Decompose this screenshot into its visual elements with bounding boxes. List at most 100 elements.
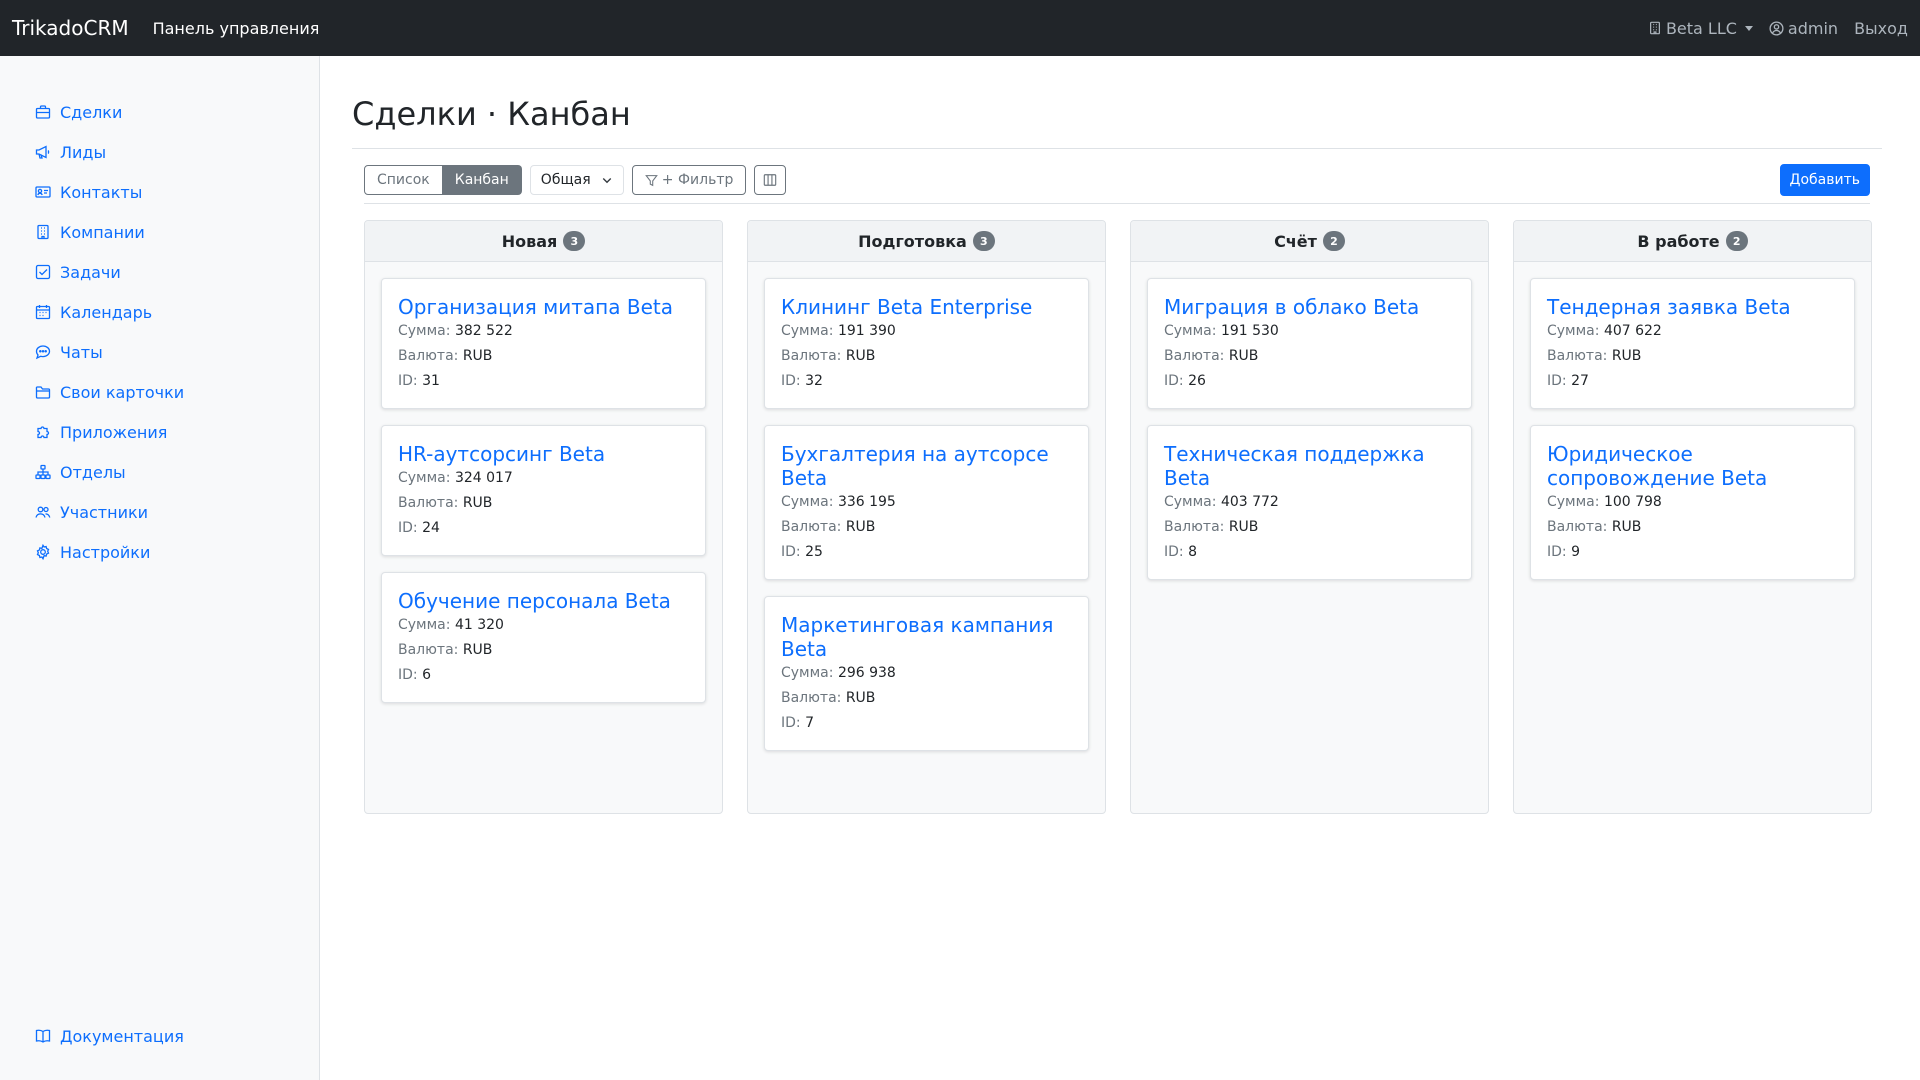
column-header: В работе 2 <box>1514 221 1871 262</box>
deal-title-link[interactable]: Тендерная заявка Beta <box>1547 295 1791 319</box>
sidebar-item-label: Отделы <box>60 462 126 482</box>
sum-label: Сумма: <box>1164 323 1217 339</box>
deal-title-link[interactable]: Клининг Beta Enterprise <box>781 295 1032 319</box>
deal-title-link[interactable]: Техническая поддержка Beta <box>1164 442 1425 490</box>
view-select[interactable]: Общая <box>529 165 624 195</box>
currency-label: Валюта: <box>1547 519 1608 535</box>
sidebar-item-label: Сделки <box>60 102 123 122</box>
currency-value: RUB <box>462 348 493 364</box>
sidebar-nav: Сделки Лиды Контакты Компании Задачи Кал… <box>0 56 319 572</box>
sidebar-item-departments[interactable]: Отделы <box>0 452 319 492</box>
deal-card[interactable]: Маркетинговая кампания Beta Сумма: 296 9… <box>764 596 1089 751</box>
deal-title-link[interactable]: Бухгалтерия на аутсорсе Beta <box>781 442 1049 490</box>
sidebar-item-deals[interactable]: Сделки <box>0 92 319 132</box>
navbar-right: Beta LLC admin Выход <box>1648 19 1908 38</box>
id-value: 8 <box>1188 544 1198 560</box>
deal-sum: Сумма: 336 195 <box>781 490 1072 515</box>
deal-currency: Валюта: RUB <box>1164 344 1455 369</box>
id-value: 9 <box>1571 544 1581 560</box>
deal-card[interactable]: Обучение персонала Beta Сумма: 41 320 Ва… <box>381 572 706 703</box>
currency-value: RUB <box>1611 519 1642 535</box>
deal-title-link[interactable]: Обучение персонала Beta <box>398 589 671 613</box>
deal-card[interactable]: Техническая поддержка Beta Сумма: 403 77… <box>1147 425 1472 580</box>
sidebar-item-label: Свои карточки <box>60 382 185 402</box>
sum-label: Сумма: <box>781 494 834 510</box>
currency-value: RUB <box>845 348 876 364</box>
deal-card[interactable]: Миграция в облако Beta Сумма: 191 530 Ва… <box>1147 278 1472 409</box>
kanban-board: Новая 3 Организация митапа Beta Сумма: 3… <box>352 220 1882 814</box>
deal-currency: Валюта: RUB <box>781 344 1072 369</box>
columns-toggle-button[interactable] <box>754 165 787 195</box>
chat-icon <box>35 345 51 360</box>
id-value: 31 <box>422 373 440 389</box>
deal-card[interactable]: Бухгалтерия на аутсорсе Beta Сумма: 336 … <box>764 425 1089 580</box>
dashboard-link[interactable]: Панель управления <box>153 19 320 38</box>
sidebar-item-label: Задачи <box>60 262 121 282</box>
brand-link[interactable]: TrikadoCRM <box>12 16 129 40</box>
diagram-icon <box>35 464 51 480</box>
deal-title-link[interactable]: Миграция в облако Beta <box>1164 295 1419 319</box>
column-title: Подготовка <box>858 231 967 251</box>
kanban-view-button[interactable]: Канбан <box>442 165 522 195</box>
sidebar-item-contacts[interactable]: Контакты <box>0 172 319 212</box>
id-value: 24 <box>422 520 440 536</box>
user-menu[interactable]: admin <box>1769 19 1838 38</box>
folder-icon <box>35 386 51 399</box>
sidebar-item-settings[interactable]: Настройки <box>0 532 319 572</box>
deal-card[interactable]: Тендерная заявка Beta Сумма: 407 622 Вал… <box>1530 278 1855 409</box>
sum-label: Сумма: <box>398 470 451 486</box>
funnel-icon <box>644 174 658 186</box>
currency-value: RUB <box>1228 519 1259 535</box>
sidebar-item-label: Календарь <box>60 302 153 322</box>
currency-value: RUB <box>1228 348 1259 364</box>
deal-id: ID: 31 <box>398 369 689 394</box>
top-navbar: TrikadoCRM Панель управления Beta LLC ad… <box>0 0 1920 56</box>
person-vcard-icon <box>35 186 51 198</box>
deal-title-link[interactable]: HR-аутсорсинг Beta <box>398 442 605 466</box>
view-toggle: Список Канбан <box>364 165 522 195</box>
page-title: Сделки · Канбан <box>352 95 631 133</box>
title-divider <box>352 148 1882 149</box>
deal-id: ID: 26 <box>1164 369 1455 394</box>
view-select-value: Общая <box>540 172 591 188</box>
megaphone-icon <box>35 145 50 159</box>
sidebar-item-chats[interactable]: Чаты <box>0 332 319 372</box>
currency-value: RUB <box>462 495 493 511</box>
sidebar-item-custom-cards[interactable]: Свои карточки <box>0 372 319 412</box>
list-view-button[interactable]: Список <box>364 165 443 195</box>
deal-title-link[interactable]: Юридическое сопровождение Beta <box>1547 442 1767 490</box>
filter-label: + Фильтр <box>661 172 734 188</box>
kanban-column-preparation: Подготовка 3 Клининг Beta Enterprise Сум… <box>747 220 1106 814</box>
kanban-column-new: Новая 3 Организация митапа Beta Сумма: 3… <box>364 220 723 814</box>
sum-label: Сумма: <box>1547 323 1600 339</box>
deal-title-link[interactable]: Организация митапа Beta <box>398 295 673 319</box>
card-list: Организация митапа Beta Сумма: 382 522 В… <box>365 262 722 703</box>
sidebar-item-leads[interactable]: Лиды <box>0 132 319 172</box>
deal-card[interactable]: Клининг Beta Enterprise Сумма: 191 390 В… <box>764 278 1089 409</box>
sum-value: 336 195 <box>837 494 896 510</box>
deal-title-link[interactable]: Маркетинговая кампания Beta <box>781 613 1053 661</box>
deal-card[interactable]: HR-аутсорсинг Beta Сумма: 324 017 Валюта… <box>381 425 706 556</box>
logout-link[interactable]: Выход <box>1854 19 1908 38</box>
deal-sum: Сумма: 382 522 <box>398 319 689 344</box>
sidebar-item-documentation[interactable]: Документация <box>0 1016 184 1056</box>
sidebar-item-members[interactable]: Участники <box>0 492 319 532</box>
deal-card[interactable]: Организация митапа Beta Сумма: 382 522 В… <box>381 278 706 409</box>
sidebar-item-tasks[interactable]: Задачи <box>0 252 319 292</box>
deal-id: ID: 32 <box>781 369 1072 394</box>
org-dropdown[interactable]: Beta LLC <box>1648 19 1753 38</box>
column-header: Счёт 2 <box>1131 221 1488 262</box>
deal-sum: Сумма: 191 390 <box>781 319 1072 344</box>
sidebar-item-companies[interactable]: Компании <box>0 212 319 252</box>
sidebar: Сделки Лиды Контакты Компании Задачи Кал… <box>0 56 320 1080</box>
deal-currency: Валюта: RUB <box>398 638 689 663</box>
deal-card[interactable]: Юридическое сопровождение Beta Сумма: 10… <box>1530 425 1855 580</box>
add-filter-button[interactable]: + Фильтр <box>631 165 747 195</box>
user-name: admin <box>1787 18 1839 38</box>
id-value: 25 <box>805 544 823 560</box>
deal-currency: Валюта: RUB <box>398 344 689 369</box>
sidebar-item-calendar[interactable]: Календарь <box>0 292 319 332</box>
sum-value: 407 622 <box>1603 323 1662 339</box>
add-deal-button[interactable]: Добавить <box>1779 164 1870 196</box>
sidebar-item-apps[interactable]: Приложения <box>0 412 319 452</box>
